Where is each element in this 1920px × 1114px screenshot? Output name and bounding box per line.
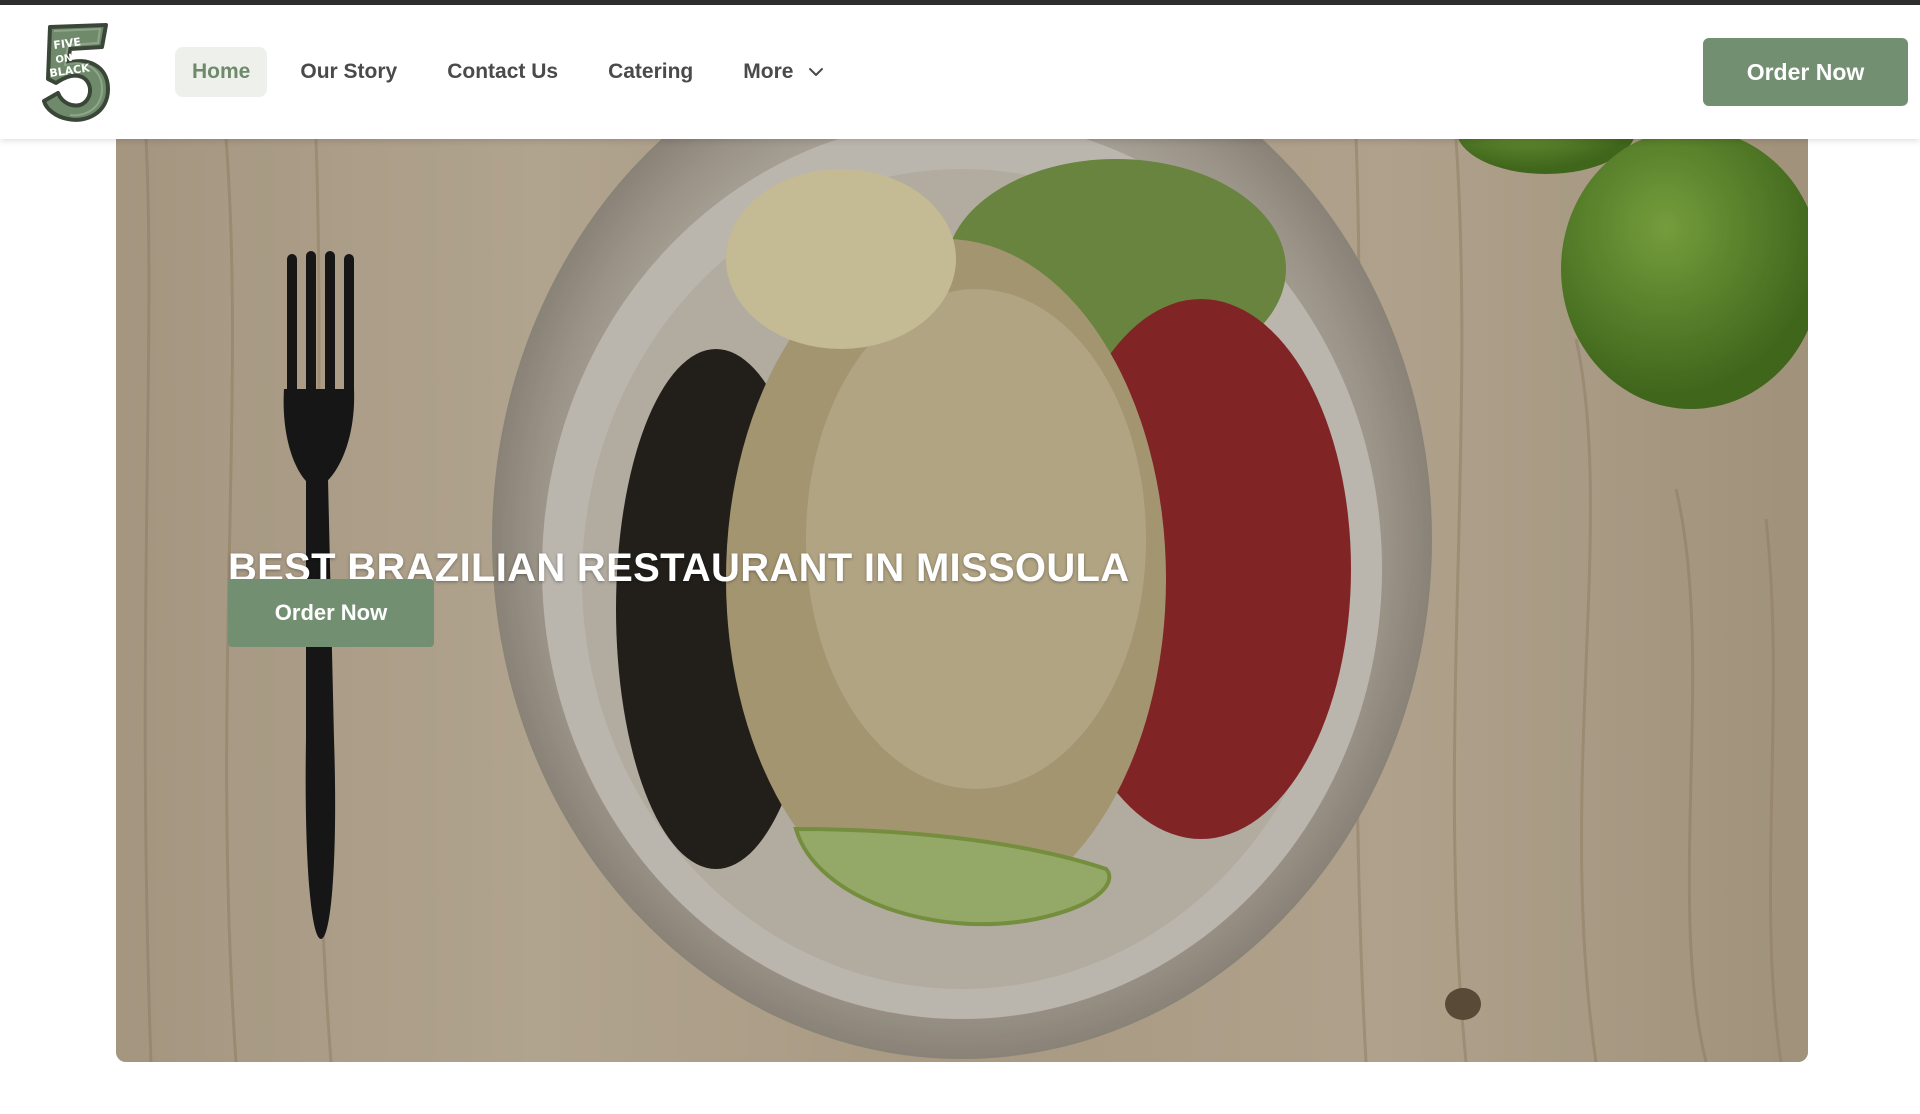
page: FIVE ON BLACK Home Our Story Contact Us … bbox=[0, 0, 1920, 1114]
chevron-down-icon bbox=[809, 68, 824, 76]
nav-home[interactable]: Home bbox=[175, 47, 268, 97]
main-nav: Home Our Story Contact Us Catering More bbox=[175, 47, 858, 97]
nav-catering[interactable]: Catering bbox=[591, 47, 710, 97]
brand-logo[interactable]: FIVE ON BLACK bbox=[38, 19, 114, 125]
nav-contact-us[interactable]: Contact Us bbox=[430, 47, 575, 97]
nav-our-story-label: Our Story bbox=[300, 60, 398, 83]
nav-more-label: More bbox=[743, 60, 794, 83]
nav-contact-us-label: Contact Us bbox=[447, 60, 559, 83]
nav-our-story[interactable]: Our Story bbox=[283, 47, 414, 97]
nav-catering-label: Catering bbox=[608, 60, 694, 83]
hero-section: BEST BRAZILIAN RESTAURANT IN MISSOULA Or… bbox=[116, 139, 1808, 1062]
nav-more[interactable]: More bbox=[726, 47, 842, 97]
site-header: FIVE ON BLACK Home Our Story Contact Us … bbox=[0, 5, 1920, 139]
nav-home-label: Home bbox=[192, 60, 251, 83]
header-order-now-button[interactable]: Order Now bbox=[1703, 38, 1908, 106]
hero-order-now-button[interactable]: Order Now bbox=[228, 579, 434, 647]
